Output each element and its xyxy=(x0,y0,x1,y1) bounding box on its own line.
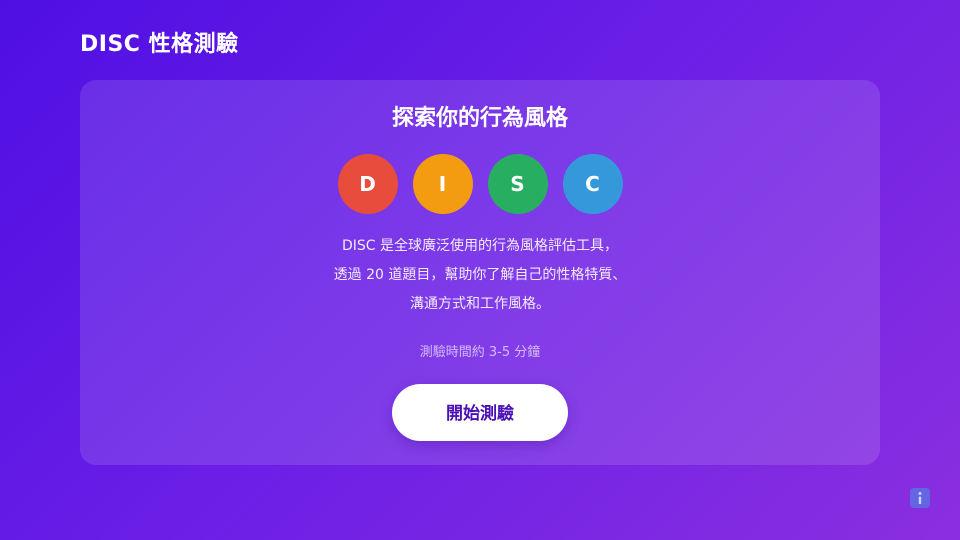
disc-c-badge: C xyxy=(562,154,623,214)
description-line: DISC 是全球廣泛使用的行為風格評估工具， xyxy=(341,238,619,254)
description-line: 透過 20 道題目，幫助你了解自己的性格特質、 xyxy=(333,267,627,283)
start-test-button[interactable]: 開始測驗 xyxy=(392,384,568,441)
disc-s-badge: S xyxy=(487,154,548,214)
card-title: 探索你的行為風格 xyxy=(391,106,568,131)
disc-letters: D I S C xyxy=(80,154,880,214)
description-line: 溝通方式和工作風格。 xyxy=(410,296,550,312)
disc-d-badge: D xyxy=(337,154,398,214)
info-icon xyxy=(918,492,922,504)
duration-note: 測驗時間約 3-5 分鐘 xyxy=(419,345,541,360)
description: DISC 是全球廣泛使用的行為風格評估工具， 透過 20 道題目，幫助你了解自己… xyxy=(80,232,880,319)
disc-i-badge: I xyxy=(412,154,473,214)
app-title: DISC 性格測驗 xyxy=(80,32,239,57)
info-button[interactable] xyxy=(910,488,930,508)
intro-card: 探索你的行為風格 D I S C DISC 是全球廣泛使用的行為風格評估工具， … xyxy=(80,80,880,465)
